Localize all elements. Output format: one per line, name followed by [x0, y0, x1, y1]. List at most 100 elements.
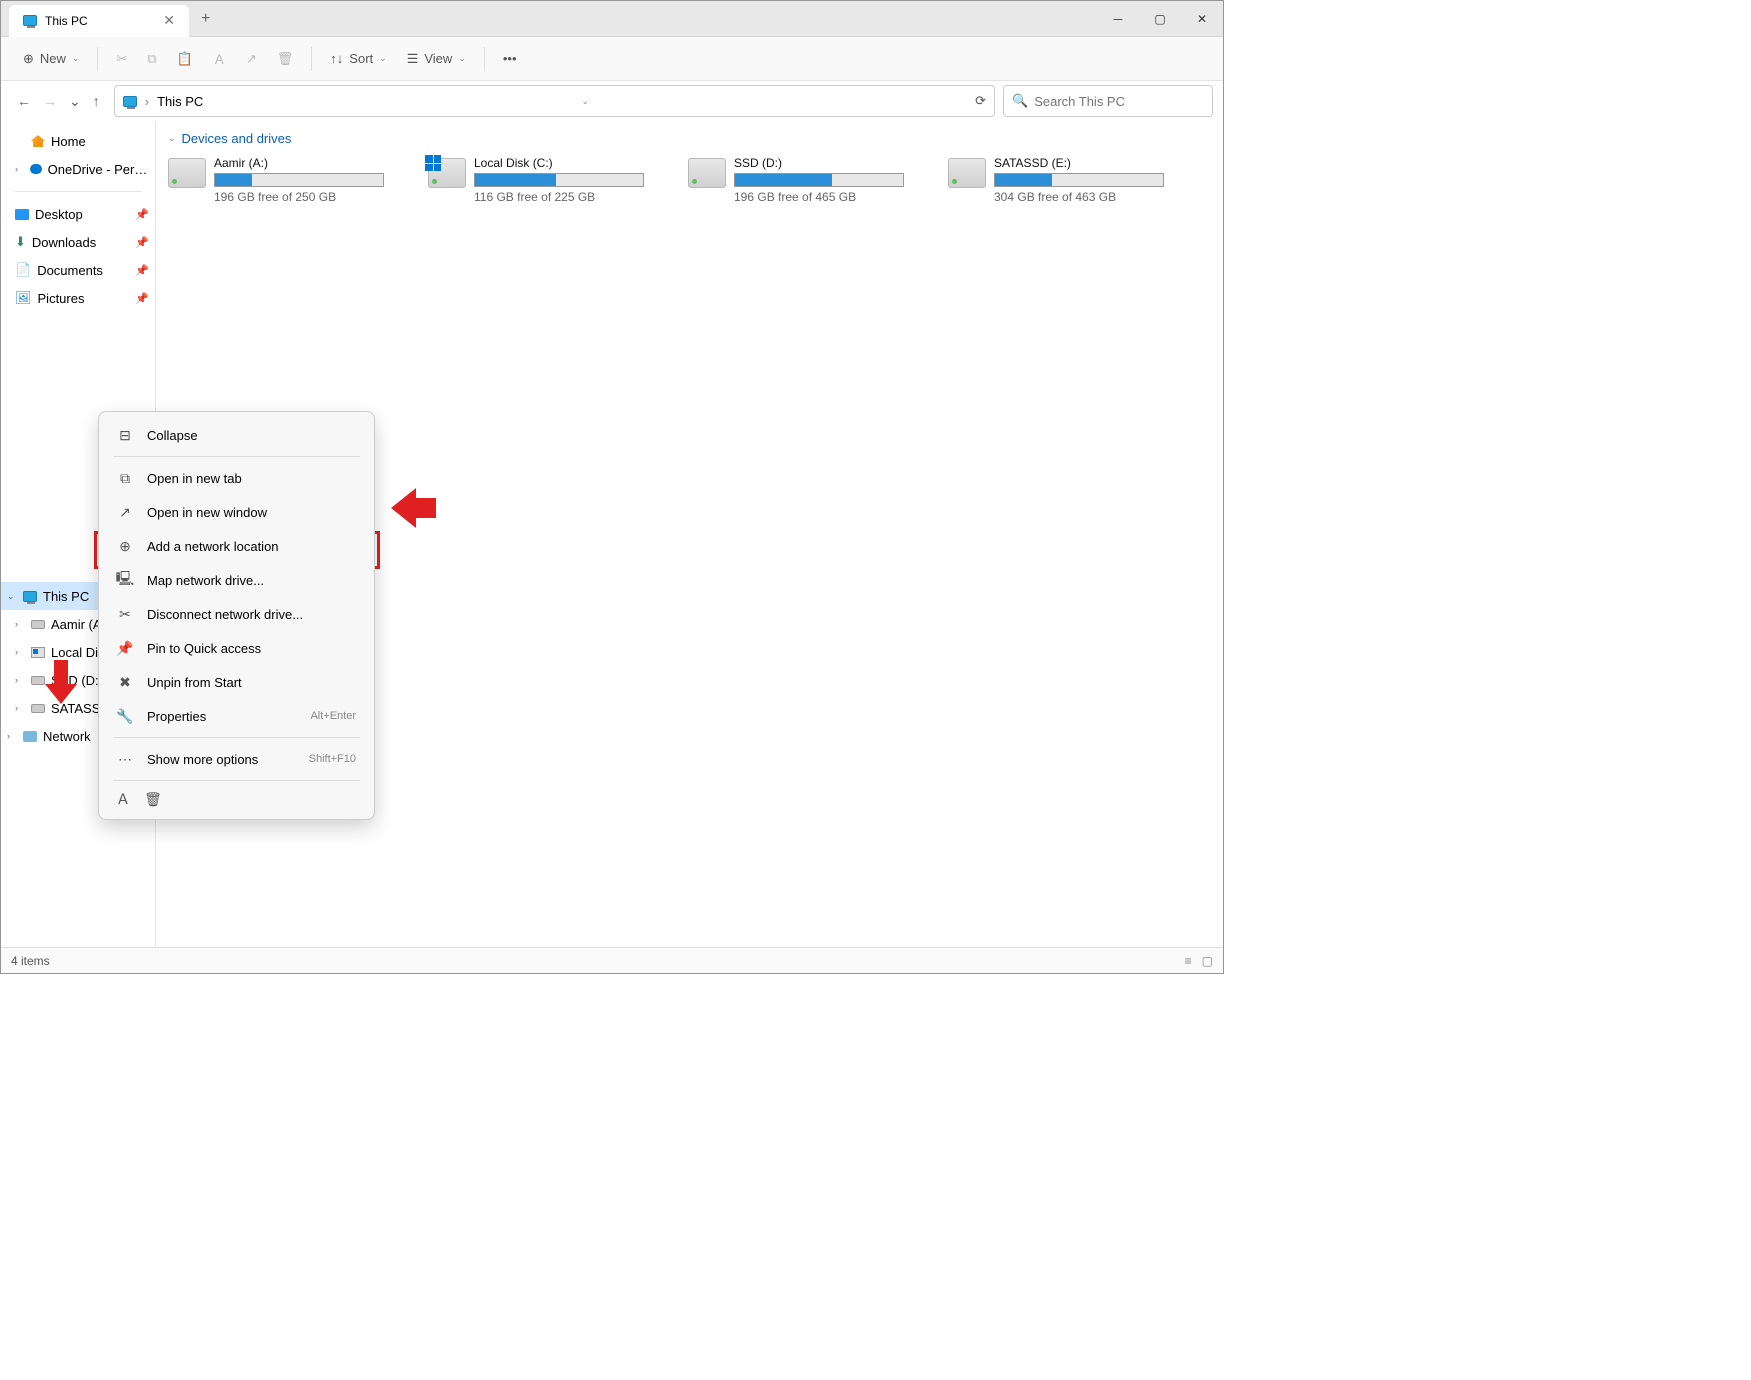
sidebar-item-pictures[interactable]: 🖼Pictures📌 — [1, 284, 155, 312]
os-drive-icon — [31, 647, 45, 658]
refresh-button[interactable]: ⟳ — [975, 93, 986, 109]
sidebar-item-documents[interactable]: 📄Documents📌 — [1, 256, 155, 284]
close-tab-icon[interactable]: ✕ — [163, 12, 175, 29]
network-location-icon: ⊕ — [117, 538, 133, 554]
home-icon — [31, 135, 45, 147]
collapse-icon: ⊟ — [117, 427, 133, 443]
pc-icon — [123, 96, 137, 107]
folder-icon — [15, 209, 29, 220]
toolbar: ⊕ New ⌄ ✂ ⧉ 📋 Ａ ↗ 🗑 ↑↓ Sort ⌄ ☰ View ⌄ •… — [1, 37, 1223, 81]
pin-icon: 📌 — [117, 640, 133, 656]
rename-button[interactable]: Ａ — [205, 43, 234, 75]
sidebar-item-home[interactable]: Home — [1, 127, 155, 155]
pc-icon — [23, 15, 37, 26]
drive-icon — [31, 704, 45, 713]
minimize-button[interactable]: ─ — [1097, 4, 1139, 34]
ctx-open-new-window[interactable]: ↗Open in new window — [105, 495, 368, 529]
drive-name: SSD (D:) — [734, 156, 908, 170]
search-input[interactable] — [1034, 94, 1204, 109]
rename-icon[interactable]: Ａ — [115, 791, 131, 807]
close-button[interactable]: ✕ — [1181, 4, 1223, 34]
cloud-icon — [30, 164, 42, 174]
drive-free-text: 196 GB free of 250 GB — [214, 190, 388, 204]
drive-icon — [31, 676, 45, 685]
breadcrumb-sep: › — [145, 94, 149, 109]
sidebar-item-desktop[interactable]: Desktop📌 — [1, 200, 155, 228]
new-tab-button[interactable]: + — [201, 10, 210, 28]
ctx-show-more-options[interactable]: ⋯Show more optionsShift+F10 — [105, 742, 368, 776]
drive-usage-bar — [214, 173, 384, 187]
drive-usage-bar — [734, 173, 904, 187]
ctx-map-network-drive[interactable]: 🖳Map network drive... — [105, 563, 368, 597]
tab-this-pc[interactable]: This PC ✕ — [9, 5, 189, 37]
pin-icon: 📌 — [135, 208, 149, 221]
search-icon: 🔍 — [1012, 93, 1028, 109]
trash-icon[interactable]: 🗑 — [145, 791, 161, 807]
drive-item[interactable]: Aamir (A:) 196 GB free of 250 GB — [168, 156, 388, 204]
address-bar[interactable]: › This PC ⌄ ⟳ — [114, 85, 995, 117]
back-button[interactable]: ← — [17, 93, 31, 110]
search-box[interactable]: 🔍 — [1003, 85, 1213, 117]
more-button[interactable]: ••• — [495, 43, 525, 75]
ctx-disconnect-network-drive[interactable]: ✂Disconnect network drive... — [105, 597, 368, 631]
address-bar-row: ← → ⌄ ↑ › This PC ⌄ ⟳ 🔍 — [1, 81, 1223, 121]
drive-name: Local Disk (C:) — [474, 156, 648, 170]
tab-label: This PC — [45, 14, 88, 28]
new-button[interactable]: ⊕ New ⌄ — [15, 43, 87, 75]
details-view-icon[interactable]: ≡ — [1185, 954, 1192, 968]
copy-button[interactable]: ⧉ — [139, 43, 164, 75]
delete-button[interactable]: 🗑 — [269, 43, 302, 75]
ctx-unpin-start[interactable]: ✖Unpin from Start — [105, 665, 368, 699]
cut-button[interactable]: ✂ — [108, 43, 135, 75]
map-drive-icon: 🖳 — [117, 572, 133, 588]
drive-usage-bar — [474, 173, 644, 187]
drive-item[interactable]: Local Disk (C:) 116 GB free of 225 GB — [428, 156, 648, 204]
document-icon: 📄 — [15, 262, 31, 278]
drive-name: SATASSD (E:) — [994, 156, 1168, 170]
pictures-icon: 🖼 — [15, 290, 32, 306]
drive-usage-bar — [994, 173, 1164, 187]
paste-button[interactable]: 📋 — [169, 43, 201, 75]
drive-free-text: 116 GB free of 225 GB — [474, 190, 648, 204]
drive-icon — [948, 158, 986, 188]
titlebar: This PC ✕ + ─ ▢ ✕ — [1, 1, 1223, 37]
view-button[interactable]: ☰ View ⌄ — [399, 43, 474, 75]
maximize-button[interactable]: ▢ — [1139, 4, 1181, 34]
share-button[interactable]: ↗ — [238, 43, 265, 75]
drive-item[interactable]: SSD (D:) 196 GB free of 465 GB — [688, 156, 908, 204]
more-options-icon: ⋯ — [117, 751, 133, 767]
unpin-icon: ✖ — [117, 674, 133, 690]
icons-view-icon[interactable]: ▢ — [1202, 954, 1213, 968]
new-window-icon: ↗ — [117, 504, 133, 520]
pin-icon: 📌 — [135, 236, 149, 249]
pin-icon: 📌 — [135, 292, 149, 305]
drive-icon — [31, 620, 45, 629]
ctx-pin-quick-access[interactable]: 📌Pin to Quick access — [105, 631, 368, 665]
properties-icon: 🔧 — [117, 708, 133, 724]
drive-name: Aamir (A:) — [214, 156, 388, 170]
sidebar-item-onedrive[interactable]: ›OneDrive - Personal — [1, 155, 155, 183]
status-bar: 4 items ≡ ▢ — [1, 947, 1223, 973]
ctx-collapse[interactable]: ⊟Collapse — [105, 418, 368, 452]
ctx-properties[interactable]: 🔧PropertiesAlt+Enter — [105, 699, 368, 733]
ctx-add-network-location[interactable]: ⊕Add a network location — [105, 529, 368, 563]
recent-chevron-icon[interactable]: ⌄ — [69, 93, 81, 110]
drive-icon — [168, 158, 206, 188]
disconnect-drive-icon: ✂ — [117, 606, 133, 622]
sort-button[interactable]: ↑↓ Sort ⌄ — [322, 43, 394, 75]
sidebar-item-downloads[interactable]: ⬇Downloads📌 — [1, 228, 155, 256]
drive-item[interactable]: SATASSD (E:) 304 GB free of 463 GB — [948, 156, 1168, 204]
pc-icon — [23, 591, 37, 602]
forward-button[interactable]: → — [43, 93, 57, 110]
context-menu: ⊟Collapse ⧉Open in new tab ↗Open in new … — [98, 411, 375, 820]
drive-free-text: 196 GB free of 465 GB — [734, 190, 908, 204]
drive-icon — [428, 158, 466, 188]
address-chevron-icon[interactable]: ⌄ — [581, 96, 589, 107]
breadcrumb-this-pc[interactable]: This PC — [157, 94, 203, 109]
ctx-open-new-tab[interactable]: ⧉Open in new tab — [105, 461, 368, 495]
drive-free-text: 304 GB free of 463 GB — [994, 190, 1168, 204]
drive-icon — [688, 158, 726, 188]
up-button[interactable]: ↑ — [93, 93, 100, 110]
body: Home ›OneDrive - Personal Desktop📌 ⬇Down… — [1, 121, 1223, 947]
group-devices-drives[interactable]: ⌄Devices and drives — [168, 131, 1211, 146]
